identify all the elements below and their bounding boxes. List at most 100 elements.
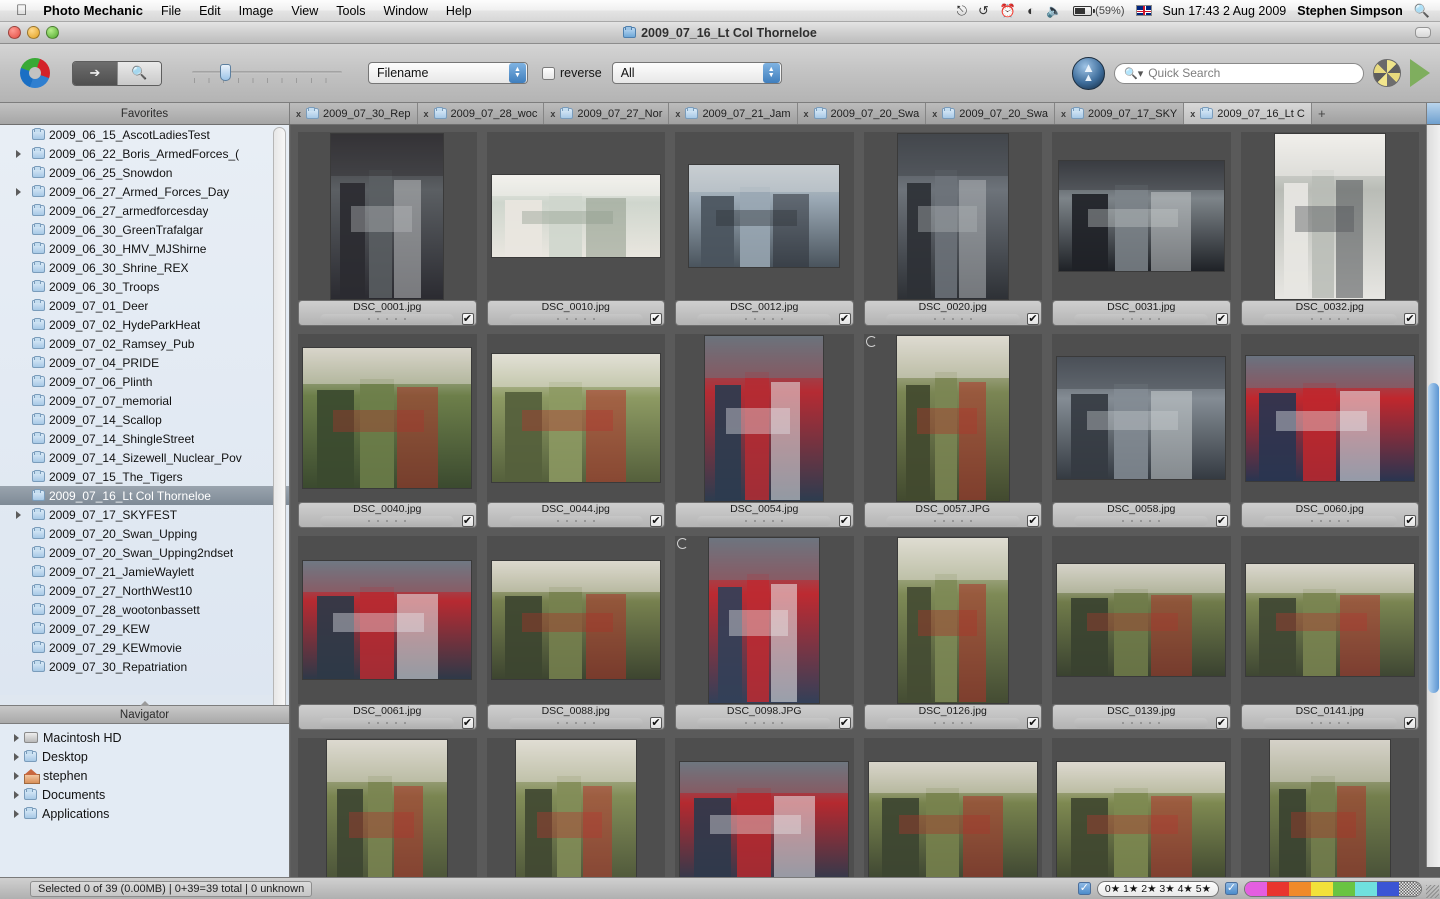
close-tab-icon[interactable]: x <box>804 109 809 119</box>
thumbnail-image[interactable] <box>1246 564 1414 676</box>
star-rating-control[interactable] <box>1263 516 1397 526</box>
thumbnail-cell[interactable]: DSC_0031.jpg✔ <box>1047 128 1236 330</box>
star-rating-control[interactable] <box>509 718 643 728</box>
folder-tab-0[interactable]: x2009_07_30_Rep <box>290 103 418 124</box>
folder-tree-item[interactable]: 2009_07_29_KEW <box>0 619 289 638</box>
uk-flag-icon[interactable] <box>1136 5 1152 16</box>
color-class-swatch[interactable] <box>1333 882 1355 896</box>
thumbnail-image[interactable] <box>898 134 1008 299</box>
color-class-swatch[interactable] <box>1245 882 1267 896</box>
color-class-swatch[interactable] <box>1289 882 1311 896</box>
folder-tree-item[interactable]: 2009_07_20_Swan_Upping <box>0 524 289 543</box>
folder-tree[interactable]: 2009_06_15_AscotLadiesTest2009_06_22_Bor… <box>0 125 289 695</box>
thumbnail-cell[interactable]: DSC_0012.jpg✔ <box>670 128 859 330</box>
thumbnail-image[interactable] <box>1059 161 1224 271</box>
color-class-swatch[interactable] <box>1267 882 1289 896</box>
folder-tab-1[interactable]: x2009_07_28_woc <box>418 103 545 124</box>
thumbnail-cell[interactable] <box>670 734 859 899</box>
thumbnail-image[interactable] <box>327 740 447 899</box>
folder-tree-item[interactable]: 2009_06_27_Armed_Forces_Day <box>0 182 289 201</box>
folder-tree-item[interactable]: 2009_06_25_Snowdon <box>0 163 289 182</box>
menu-item-tools[interactable]: Tools <box>336 4 365 18</box>
thumbnail-image[interactable] <box>1275 134 1385 299</box>
folder-tree-item[interactable]: 2009_07_20_Swan_Upping2ndset <box>0 543 289 562</box>
folder-tree-item[interactable]: 2009_06_30_Troops <box>0 277 289 296</box>
thumbnail-image-area[interactable] <box>298 738 477 899</box>
thumbnail-image-area[interactable] <box>864 132 1043 300</box>
star-rating-control[interactable] <box>1263 718 1397 728</box>
thumbnail-image-area[interactable] <box>487 132 666 300</box>
star-rating-control[interactable] <box>697 314 831 324</box>
folder-tree-item[interactable]: 2009_06_15_AscotLadiesTest <box>0 125 289 144</box>
close-tab-icon[interactable]: x <box>1061 109 1066 119</box>
reverse-sort-checkbox[interactable]: reverse <box>542 66 602 80</box>
thumbnail-image-area[interactable] <box>1052 132 1231 300</box>
folder-tree-item[interactable]: 2009_06_27_armedforcesday <box>0 201 289 220</box>
disclosure-triangle-icon[interactable] <box>14 772 19 780</box>
disclosure-triangle-icon[interactable] <box>16 188 21 196</box>
folder-tree-item[interactable]: 2009_07_14_Sizewell_Nuclear_Pov <box>0 448 289 467</box>
time-machine-icon[interactable]: ⏰ <box>1000 4 1016 17</box>
folder-tree-item[interactable]: 2009_06_30_GreenTrafalgar <box>0 220 289 239</box>
close-tab-icon[interactable]: x <box>932 109 937 119</box>
folder-tree-item[interactable]: 2009_07_06_Plinth <box>0 372 289 391</box>
thumbnail-image-area[interactable] <box>864 334 1043 502</box>
thumbnail-cell[interactable]: DSC_0141.jpg✔ <box>1236 532 1425 734</box>
thumbnail-image-area[interactable] <box>864 536 1043 704</box>
star-rating-filter[interactable]: 0★ 1★ 2★ 3★ 4★ 5★ <box>1097 881 1219 897</box>
folder-tree-item[interactable]: 2009_07_27_NorthWest10 <box>0 581 289 600</box>
navigator-item[interactable]: Applications <box>0 804 289 823</box>
menu-user-name[interactable]: Stephen Simpson <box>1297 4 1403 18</box>
close-tab-icon[interactable]: x <box>296 109 301 119</box>
quick-search-input[interactable]: 🔍▾ Quick Search <box>1114 63 1364 84</box>
thumbnail-tag-checkbox[interactable]: ✔ <box>462 515 474 527</box>
folder-tab-4[interactable]: x2009_07_20_Swa <box>798 103 927 124</box>
thumbnail-cell[interactable] <box>859 734 1048 899</box>
thumbnail-tag-checkbox[interactable]: ✔ <box>462 717 474 729</box>
close-tab-icon[interactable]: x <box>1190 109 1195 119</box>
thumbnail-image-area[interactable] <box>675 132 854 300</box>
navigator-item[interactable]: Macintosh HD <box>0 728 289 747</box>
navigator-tree[interactable]: Macintosh HDDesktopstephenDocumentsAppli… <box>0 724 289 899</box>
thumbnail-tag-checkbox[interactable]: ✔ <box>1216 313 1228 325</box>
thumbnail-image[interactable] <box>331 134 443 299</box>
sort-field-select[interactable]: Filename ▲▼ <box>368 62 528 84</box>
folder-tree-item[interactable]: 2009_07_02_HydeParkHeat <box>0 315 289 334</box>
thumbnail-image[interactable] <box>898 538 1008 703</box>
star-rating-control[interactable] <box>509 314 643 324</box>
checkbox-box[interactable] <box>542 67 555 80</box>
folder-tree-item[interactable]: 2009_07_01_Deer <box>0 296 289 315</box>
star-rating-control[interactable] <box>886 718 1020 728</box>
thumbnail-image-area[interactable] <box>1052 536 1231 704</box>
bluetooth-icon[interactable]: ⎋ <box>957 4 967 17</box>
slider-knob[interactable] <box>220 64 231 81</box>
folder-tree-item[interactable]: 2009_06_22_Boris_ArmedForces_( <box>0 144 289 163</box>
folder-tree-item[interactable]: 2009_07_17_SKYFEST <box>0 505 289 524</box>
menu-app-name[interactable]: Photo Mechanic <box>43 3 143 18</box>
thumbnail-image-area[interactable] <box>1052 738 1231 899</box>
thumbnail-image[interactable] <box>869 762 1037 882</box>
thumbnail-image-area[interactable] <box>864 738 1043 899</box>
star-rating-control[interactable] <box>1074 718 1208 728</box>
thumbnail-tag-checkbox[interactable]: ✔ <box>1027 717 1039 729</box>
folder-tree-item[interactable]: 2009_07_14_Scallop <box>0 410 289 429</box>
star-rating-control[interactable] <box>1074 516 1208 526</box>
thumbnail-tag-checkbox[interactable]: ✔ <box>839 313 851 325</box>
thumbnail-image[interactable] <box>492 175 660 257</box>
navigator-item[interactable]: stephen <box>0 766 289 785</box>
thumbnail-image[interactable] <box>492 561 660 679</box>
thumbnail-cell[interactable]: DSC_0020.jpg✔ <box>859 128 1048 330</box>
thumbnail-image-area[interactable] <box>298 536 477 704</box>
thumbnail-tag-checkbox[interactable]: ✔ <box>650 313 662 325</box>
star-filter-checkbox[interactable]: ✓ <box>1078 882 1091 895</box>
minimize-window-button[interactable] <box>27 26 40 39</box>
thumbnail-cell[interactable] <box>1236 734 1425 899</box>
disclosure-triangle-icon[interactable] <box>16 150 21 158</box>
color-class-filter[interactable] <box>1244 881 1422 897</box>
navigator-item[interactable]: Desktop <box>0 747 289 766</box>
thumbnail-tag-checkbox[interactable]: ✔ <box>462 313 474 325</box>
thumbnail-tag-checkbox[interactable]: ✔ <box>1404 717 1416 729</box>
thumbnail-image-area[interactable] <box>487 738 666 899</box>
color-class-swatch[interactable] <box>1377 882 1399 896</box>
thumbnail-image-area[interactable] <box>1241 536 1420 704</box>
